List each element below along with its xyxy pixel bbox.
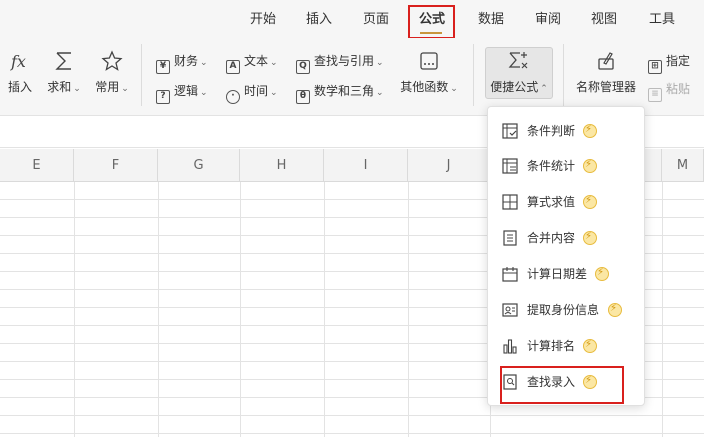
ribbon-formula: fx 插入 求和 ⌄ 常用 ⌄ ¥ 财务 ⌄ A 文本 ⌄ Q 查找与引用 ⌄ ? 逻辑 ⌄ · 时间… <box>0 38 704 116</box>
id-card-icon <box>502 303 518 317</box>
text-button[interactable]: A 文本 ⌄ <box>226 52 278 74</box>
lookup-icon: Q <box>296 60 310 74</box>
menu-item-merge-content[interactable]: 合并内容 <box>488 220 646 256</box>
math-button[interactable]: θ 数学和三角 ⌄ <box>296 82 384 104</box>
sigma-icon <box>55 52 71 70</box>
time-label: 时间 <box>244 84 269 98</box>
menu-item-condition-judge[interactable]: 条件判断 <box>488 113 646 149</box>
star-icon <box>101 50 123 71</box>
premium-coin-icon <box>583 339 597 353</box>
finance-label: 财务 <box>174 54 199 68</box>
column-header-h[interactable]: H <box>240 149 324 182</box>
common-functions-button[interactable]: 常用 ⌄ <box>92 50 132 95</box>
tab-home[interactable]: 开始 <box>249 10 277 30</box>
tab-review[interactable]: 审阅 <box>534 10 562 30</box>
premium-coin-icon <box>583 231 597 245</box>
svg-text:fx: fx <box>10 52 26 71</box>
other-functions-label: 其他函数 <box>400 80 449 94</box>
menu-item-label: 合并内容 <box>527 231 576 245</box>
menu-item-label: 条件统计 <box>527 159 576 173</box>
name-manager-label: 名称管理器 <box>575 80 636 94</box>
quick-formula-menu: 条件判断 条件统计 算式求值 合并内容 计算日期差 <box>487 106 645 406</box>
finance-icon: ¥ <box>156 60 170 74</box>
column-header-e[interactable]: E <box>0 149 74 182</box>
premium-coin-icon <box>583 195 597 209</box>
premium-coin-icon <box>583 159 597 173</box>
column-header-f[interactable]: F <box>74 149 158 182</box>
name-manager-icon <box>598 52 614 70</box>
quick-formula-icon <box>508 52 528 69</box>
condition-count-icon <box>502 158 518 174</box>
expression-eval-icon <box>502 194 518 210</box>
math-icon: θ <box>296 90 310 104</box>
menu-item-label: 提取身份信息 <box>527 303 600 317</box>
tab-tools[interactable]: 工具 <box>648 10 676 30</box>
logic-label: 逻辑 <box>174 84 199 98</box>
logic-button[interactable]: ? 逻辑 ⌄ <box>156 82 208 104</box>
tab-page[interactable]: 页面 <box>362 10 390 30</box>
column-header-m[interactable]: M <box>662 149 704 182</box>
premium-coin-icon <box>595 267 609 281</box>
menu-item-label: 计算日期差 <box>527 267 588 281</box>
finance-button[interactable]: ¥ 财务 ⌄ <box>156 52 208 74</box>
paste-icon: ≡ <box>648 88 662 102</box>
quick-formula-label: 便捷公式 <box>490 80 539 94</box>
text-label: 文本 <box>244 54 269 68</box>
calendar-icon <box>502 267 518 282</box>
column-header-g[interactable]: G <box>158 149 240 182</box>
lookup-button[interactable]: Q 查找与引用 ⌄ <box>296 52 384 74</box>
menu-item-extract-id-info[interactable]: 提取身份信息 <box>488 292 646 328</box>
highlight-box-lookup-entry <box>500 366 624 404</box>
specify-label: 指定 <box>666 54 691 68</box>
premium-coin-icon <box>608 303 622 317</box>
menu-tabbar: 开始 插入 页面 公式 数据 审阅 视图 工具 <box>0 0 704 38</box>
lookup-label: 查找与引用 <box>314 54 375 68</box>
logic-icon: ? <box>156 90 170 104</box>
menu-item-label: 算式求值 <box>527 195 576 209</box>
ribbon-separator <box>563 44 564 106</box>
column-header-j[interactable]: J <box>408 149 490 182</box>
clock-icon: · <box>226 90 240 104</box>
condition-judge-icon <box>502 123 518 139</box>
column-header-i[interactable]: I <box>324 149 408 182</box>
quick-formula-button[interactable]: 便捷公式 ⌃ <box>486 50 552 95</box>
highlight-box-formula-tab <box>408 5 455 39</box>
tab-data[interactable]: 数据 <box>477 10 505 30</box>
paste-label: 粘贴 <box>666 82 691 96</box>
text-icon: A <box>226 60 240 74</box>
menu-item-label: 条件判断 <box>527 124 576 138</box>
grid-icon: ⊞ <box>648 60 662 74</box>
premium-coin-icon <box>583 124 597 138</box>
bar-chart-icon <box>503 339 517 354</box>
menu-item-rank[interactable]: 计算排名 <box>488 328 646 364</box>
tab-insert[interactable]: 插入 <box>305 10 333 30</box>
ribbon-separator <box>473 44 474 106</box>
insert-function-label: 插入 <box>7 80 32 94</box>
insert-function-button[interactable]: fx 插入 <box>4 50 36 95</box>
tab-view[interactable]: 视图 <box>590 10 618 30</box>
name-manager-button[interactable]: 名称管理器 <box>574 50 638 95</box>
menu-item-expression-eval[interactable]: 算式求值 <box>488 184 646 220</box>
specify-button[interactable]: ⊞ 指定 <box>648 52 690 74</box>
more-functions-icon <box>420 52 438 70</box>
sum-button[interactable]: 求和 ⌄ <box>44 50 84 95</box>
common-label: 常用 <box>95 80 120 94</box>
menu-item-date-diff[interactable]: 计算日期差 <box>488 256 646 292</box>
sum-label: 求和 <box>47 80 72 94</box>
other-functions-button[interactable]: 其他函数 ⌄ <box>398 50 460 95</box>
paste-button[interactable]: ≡ 粘贴 <box>648 80 690 102</box>
fx-icon: fx <box>10 52 26 71</box>
math-label: 数学和三角 <box>314 84 375 98</box>
menu-item-label: 计算排名 <box>527 339 576 353</box>
ribbon-separator <box>141 44 142 106</box>
time-button[interactable]: · 时间 ⌄ <box>226 82 278 104</box>
menu-item-condition-count[interactable]: 条件统计 <box>488 148 646 184</box>
merge-content-icon <box>503 230 517 246</box>
